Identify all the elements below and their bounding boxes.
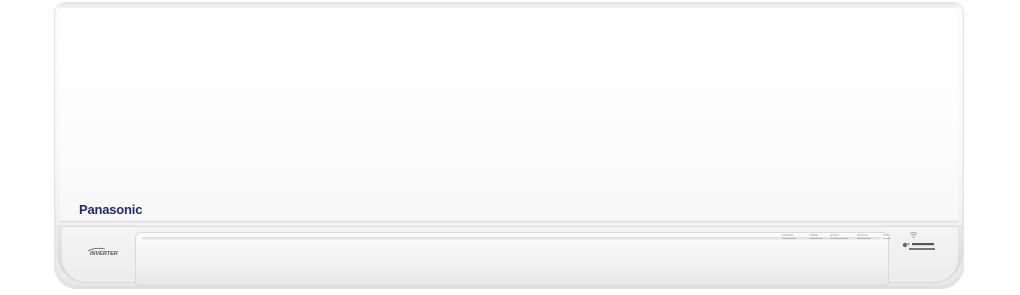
indicator-light bbox=[809, 238, 823, 239]
air-louver bbox=[136, 233, 888, 285]
panel-seam bbox=[60, 221, 958, 223]
air-conditioner-unit: Panasonic INVERTER POWER TIMER QUIET NAN… bbox=[0, 0, 1020, 295]
indicator-light bbox=[830, 238, 848, 239]
indicator-panel: POWER TIMER QUIET NANOE ECO bbox=[782, 232, 892, 240]
front-panel bbox=[60, 8, 958, 220]
indicator-light bbox=[883, 238, 891, 239]
louver-lip bbox=[142, 237, 882, 240]
indicator-light bbox=[782, 238, 796, 239]
wifi-icon bbox=[909, 232, 918, 239]
nanoe-badge-icon bbox=[902, 242, 935, 250]
inverter-label: INVERTER bbox=[90, 251, 118, 257]
brand-logo: Panasonic bbox=[79, 202, 143, 217]
indicator-light bbox=[857, 238, 871, 239]
inverter-badge: INVERTER bbox=[87, 247, 118, 257]
